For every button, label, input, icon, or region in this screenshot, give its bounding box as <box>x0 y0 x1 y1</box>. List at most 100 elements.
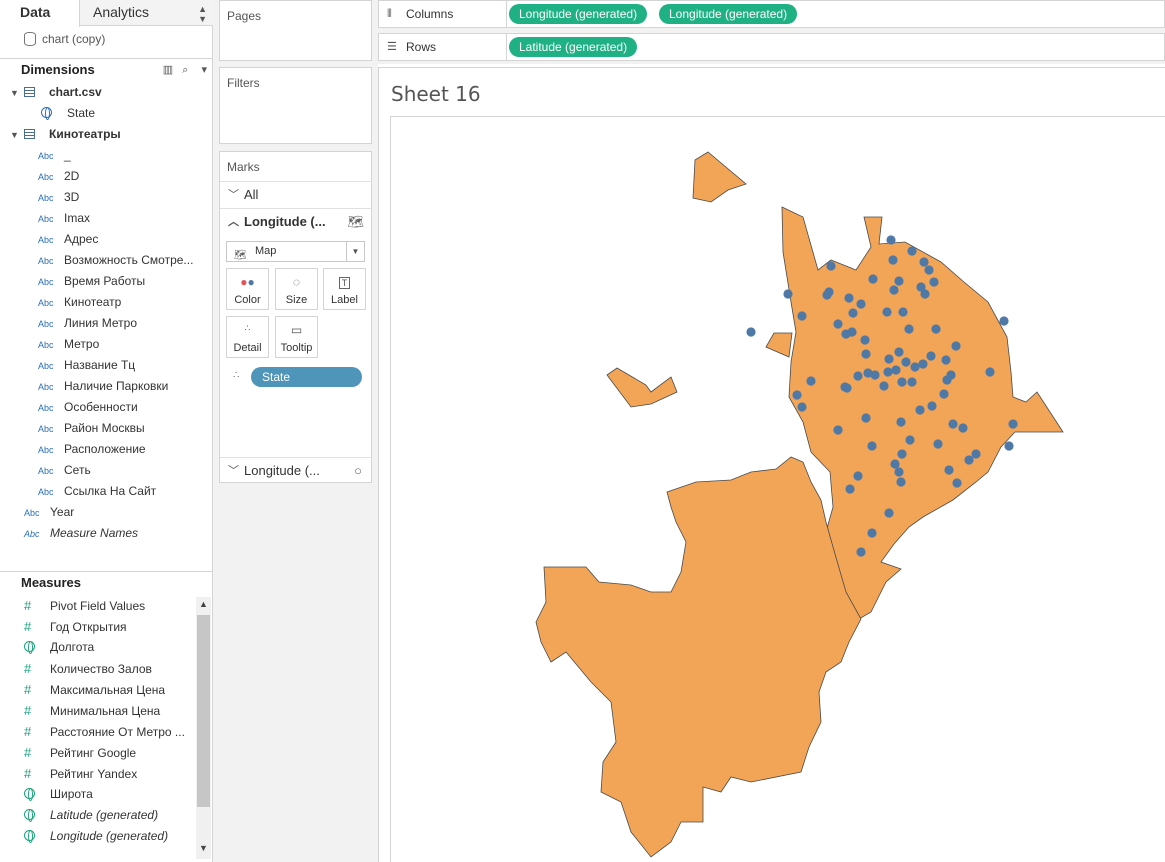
dimension-field[interactable]: Abc Район Москвы <box>38 418 145 439</box>
location-point[interactable] <box>919 257 929 267</box>
location-point[interactable] <box>894 467 904 477</box>
location-point[interactable] <box>905 435 915 445</box>
location-point[interactable] <box>861 413 871 423</box>
field-state[interactable]: State <box>41 103 95 124</box>
location-point[interactable] <box>931 324 941 334</box>
map-view[interactable] <box>390 116 1165 862</box>
measure-field[interactable]: # Год Открытия <box>24 616 127 637</box>
measure-field[interactable]: # Количество Залов <box>24 658 152 679</box>
region-shape[interactable] <box>606 367 678 408</box>
map-canvas[interactable] <box>391 117 1165 862</box>
location-point[interactable] <box>985 367 995 377</box>
location-point[interactable] <box>896 477 906 487</box>
dimension-field[interactable]: Abc Расположение <box>38 439 146 460</box>
location-point[interactable] <box>806 376 816 386</box>
dimension-field[interactable]: Abc Imax <box>38 208 90 229</box>
location-point[interactable] <box>926 351 936 361</box>
dimension-field[interactable]: Abc 3D <box>38 187 79 208</box>
table-chart-csv[interactable]: ▼ chart.csv <box>10 82 102 103</box>
location-point[interactable] <box>826 261 836 271</box>
marks-layer-row[interactable]: ︿ Longitude (... 🗺 <box>220 208 371 234</box>
location-point[interactable] <box>897 449 907 459</box>
location-point[interactable] <box>918 359 928 369</box>
measure-field[interactable]: Широта <box>24 784 93 805</box>
location-point[interactable] <box>897 377 907 387</box>
measure-field[interactable]: # Pivot Field Values <box>24 595 145 616</box>
location-point[interactable] <box>941 355 951 365</box>
tab-analytics[interactable]: Analytics <box>80 0 213 26</box>
location-point[interactable] <box>882 307 892 317</box>
marks-all-row[interactable]: ﹀ All <box>220 181 371 207</box>
dimension-field[interactable]: Abc Наличие Парковки <box>38 376 168 397</box>
field-year[interactable]: Abc Year <box>24 502 74 523</box>
tab-menu-icon[interactable]: ▲ ▼ <box>198 4 207 24</box>
measure-field[interactable]: # Расстояние От Метро ... <box>24 721 185 742</box>
mark-type-dropdown[interactable]: 🗺 Map ▼ <box>226 241 365 262</box>
region-shape[interactable] <box>535 456 862 858</box>
column-pill-longitude[interactable]: Longitude (generated) <box>659 4 798 24</box>
location-point[interactable] <box>879 381 889 391</box>
location-point[interactable] <box>797 402 807 412</box>
location-point[interactable] <box>868 274 878 284</box>
location-point[interactable] <box>904 324 914 334</box>
measure-field[interactable]: # Рейтинг Google <box>24 742 136 763</box>
location-point[interactable] <box>867 528 877 538</box>
dimension-field[interactable]: Abc _ <box>38 145 71 166</box>
location-point[interactable] <box>964 455 974 465</box>
location-point[interactable] <box>942 375 952 385</box>
search-icon[interactable]: ⌕ <box>182 64 188 76</box>
location-point[interactable] <box>951 341 961 351</box>
location-point[interactable] <box>844 293 854 303</box>
location-point[interactable] <box>889 285 899 295</box>
location-point[interactable] <box>890 459 900 469</box>
view-list-icon[interactable]: ▥ <box>163 64 173 76</box>
location-point[interactable] <box>856 299 866 309</box>
dimension-field[interactable]: Abc 2D <box>38 166 79 187</box>
region-shape[interactable] <box>765 332 793 358</box>
dimension-field[interactable]: Abc Линия Метро <box>38 313 137 334</box>
field-measure-names[interactable]: Abc Measure Names <box>24 523 138 544</box>
row-pill-latitude[interactable]: Latitude (generated) <box>509 37 638 57</box>
dimension-field[interactable]: Abc Адрес <box>38 229 98 250</box>
location-point[interactable] <box>870 370 880 380</box>
measure-field[interactable]: # Рейтинг Yandex <box>24 763 137 784</box>
location-point[interactable] <box>856 547 866 557</box>
location-point[interactable] <box>920 289 930 299</box>
location-point[interactable] <box>896 417 906 427</box>
dimension-field[interactable]: Abc Возможность Смотре... <box>38 250 193 271</box>
location-point[interactable] <box>797 311 807 321</box>
measure-field[interactable]: Latitude (generated) <box>24 805 158 826</box>
location-point[interactable] <box>907 377 917 387</box>
dimension-field[interactable]: Abc Сеть <box>38 460 91 481</box>
measure-field[interactable]: Долгота <box>24 637 94 658</box>
location-point[interactable] <box>999 316 1009 326</box>
location-point[interactable] <box>833 425 843 435</box>
location-point[interactable] <box>1008 419 1018 429</box>
scroll-up-icon[interactable]: ▲ <box>199 599 208 609</box>
collapse-icon[interactable]: ▼ <box>10 83 24 104</box>
dimension-field[interactable]: Abc Кинотеатр <box>38 292 121 313</box>
location-point[interactable] <box>861 349 871 359</box>
location-point[interactable] <box>891 365 901 375</box>
location-point[interactable] <box>847 327 857 337</box>
location-point[interactable] <box>901 357 911 367</box>
measure-field[interactable]: # Минимальная Цена <box>24 700 160 721</box>
location-point[interactable] <box>840 382 850 392</box>
location-point[interactable] <box>894 347 904 357</box>
location-point[interactable] <box>860 335 870 345</box>
location-point[interactable] <box>898 307 908 317</box>
detail-button[interactable]: ∴ Detail <box>226 316 269 358</box>
location-point[interactable] <box>929 277 939 287</box>
dimension-field[interactable]: Abc Особенности <box>38 397 138 418</box>
state-detail-pill[interactable]: State <box>251 367 362 387</box>
tab-data[interactable]: Data <box>0 0 80 27</box>
location-point[interactable] <box>910 362 920 372</box>
location-point[interactable] <box>907 246 917 256</box>
location-point[interactable] <box>948 419 958 429</box>
location-point[interactable] <box>824 287 834 297</box>
location-point[interactable] <box>958 423 968 433</box>
location-point[interactable] <box>884 354 894 364</box>
location-point[interactable] <box>927 401 937 411</box>
dimension-field[interactable]: Abc Название Тц <box>38 355 135 376</box>
dimension-field[interactable]: Abc Ссылка На Сайт <box>38 481 156 502</box>
